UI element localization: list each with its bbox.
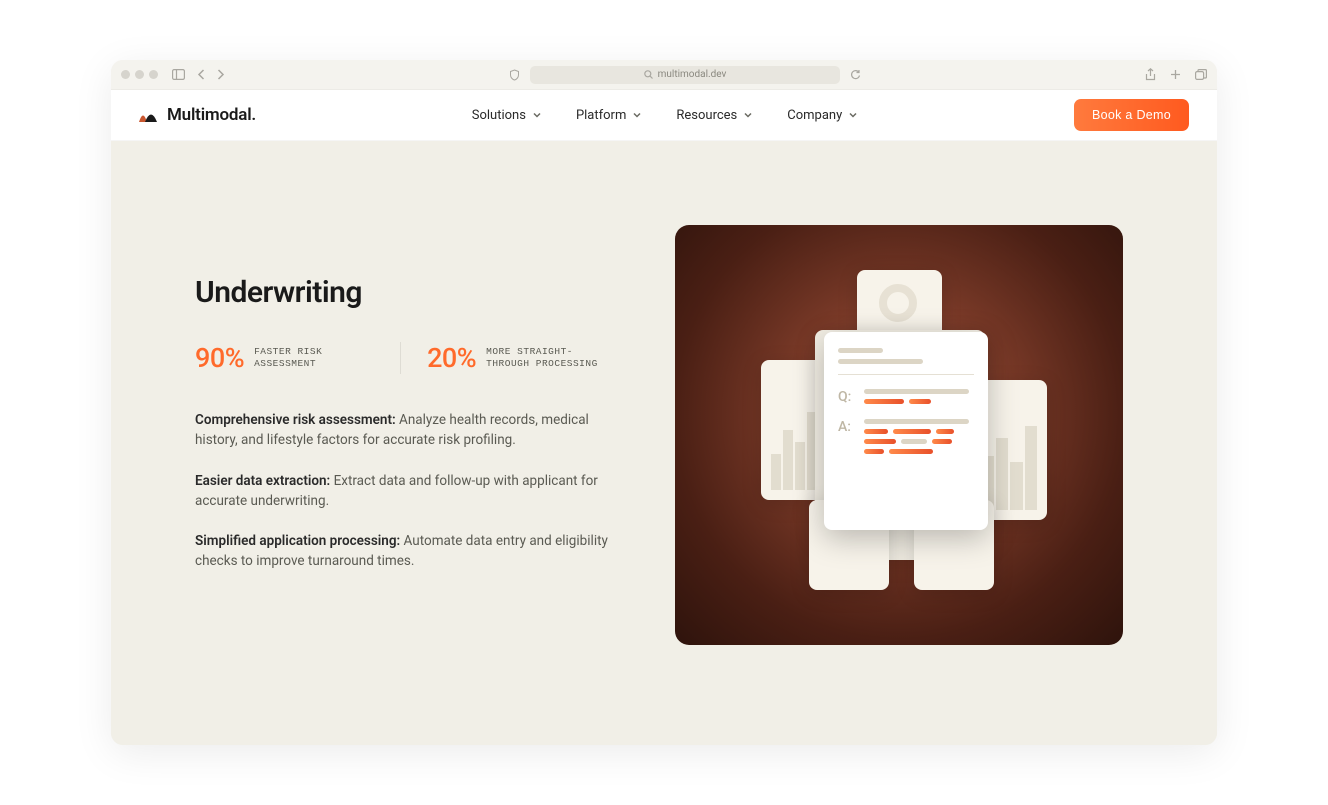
back-icon[interactable] xyxy=(197,69,206,80)
feature-item: Simplified application processing: Autom… xyxy=(195,531,615,572)
feature-bold: Comprehensive risk assessment: xyxy=(195,412,396,428)
features-list: Comprehensive risk assessment: Analyze h… xyxy=(195,410,615,572)
document-stack-icon: Q: A: xyxy=(749,270,1049,600)
stat-value: 90% xyxy=(195,342,244,374)
search-icon xyxy=(644,70,653,79)
a-label: A: xyxy=(838,419,856,435)
chevron-down-icon xyxy=(848,110,858,120)
refresh-icon[interactable] xyxy=(850,69,861,81)
illustration-panel: Q: A: xyxy=(675,225,1123,645)
foreground-doc-icon: Q: A: xyxy=(824,332,988,530)
new-tab-icon[interactable] xyxy=(1170,68,1181,81)
maximize-window-icon[interactable] xyxy=(149,70,158,79)
address-bar[interactable]: multimodal.dev xyxy=(530,66,840,84)
traffic-lights xyxy=(121,70,158,79)
logo-icon xyxy=(139,107,161,123)
nav-item-label: Resources xyxy=(676,108,737,123)
chevron-down-icon xyxy=(532,110,542,120)
brand-name: Multimodal. xyxy=(167,105,256,125)
sidebar-toggle-icon[interactable] xyxy=(172,69,185,80)
minimize-window-icon[interactable] xyxy=(135,70,144,79)
nav-item-label: Company xyxy=(787,108,842,123)
stat-straight-through: 20% MORE STRAIGHT-THROUGH PROCESSING xyxy=(401,342,606,374)
nav-item-label: Platform xyxy=(576,108,626,123)
q-label: Q: xyxy=(838,389,856,405)
feature-bold: Simplified application processing: xyxy=(195,533,400,549)
brand-logo[interactable]: Multimodal. xyxy=(139,105,256,125)
url-text: multimodal.dev xyxy=(658,69,727,80)
feature-item: Comprehensive risk assessment: Analyze h… xyxy=(195,410,615,451)
chevron-down-icon xyxy=(743,110,753,120)
stats-row: 90% FASTER RISK ASSESSMENT 20% MORE STRA… xyxy=(195,342,615,374)
nav-platform[interactable]: Platform xyxy=(576,108,642,123)
stat-label: MORE STRAIGHT-THROUGH PROCESSING xyxy=(486,346,606,370)
stat-faster-risk: 90% FASTER RISK ASSESSMENT xyxy=(195,342,401,374)
nav-solutions[interactable]: Solutions xyxy=(472,108,542,123)
stat-value: 20% xyxy=(427,342,476,374)
nav-resources[interactable]: Resources xyxy=(676,108,753,123)
nav-item-label: Solutions xyxy=(472,108,526,123)
browser-chrome-bar: multimodal.dev xyxy=(111,60,1217,90)
share-icon[interactable] xyxy=(1145,68,1156,81)
browser-window: multimodal.dev Multimodal. xyxy=(111,60,1217,745)
page-title: Underwriting xyxy=(195,275,615,310)
stat-label: FASTER RISK ASSESSMENT xyxy=(254,346,374,370)
book-demo-button[interactable]: Book a Demo xyxy=(1074,99,1189,131)
chevron-down-icon xyxy=(632,110,642,120)
feature-bold: Easier data extraction: xyxy=(195,473,330,489)
nav-company[interactable]: Company xyxy=(787,108,858,123)
tab-overview-icon[interactable] xyxy=(1195,68,1207,81)
site-navbar: Multimodal. Solutions Platform Resources… xyxy=(111,90,1217,141)
close-window-icon[interactable] xyxy=(121,70,130,79)
privacy-shield-icon[interactable] xyxy=(509,69,520,81)
forward-icon[interactable] xyxy=(216,69,225,80)
feature-item: Easier data extraction: Extract data and… xyxy=(195,471,615,512)
page-content: Underwriting 90% FASTER RISK ASSESSMENT … xyxy=(111,141,1217,745)
